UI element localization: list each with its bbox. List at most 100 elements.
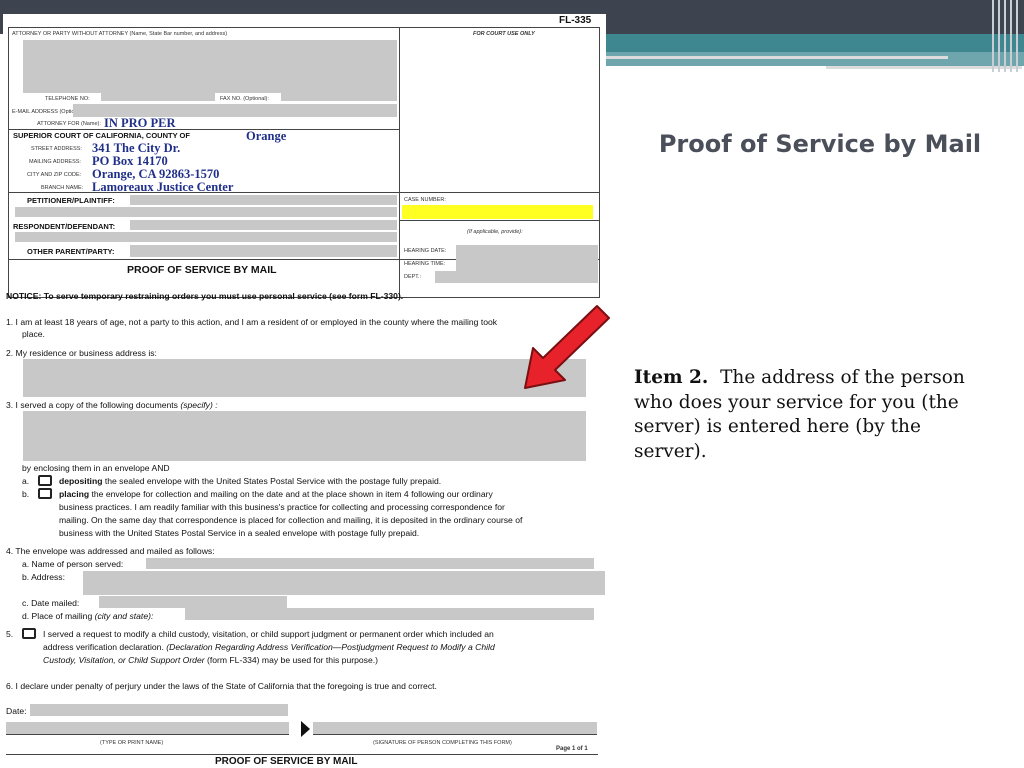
caption-divider xyxy=(399,27,400,298)
enclosing-text: by enclosing them in an envelope AND xyxy=(22,463,170,473)
if-applicable-label: (If applicable, provide): xyxy=(467,229,523,235)
item-5-line-2-text: address verification declaration. xyxy=(43,642,164,652)
caption-item-label: Item 2. xyxy=(634,367,709,388)
item-3a-bold: depositing xyxy=(59,476,103,486)
branch-label: BRANCH NAME: xyxy=(41,185,84,191)
item-5-line-3-italic: Custody, Visitation, or Child Support Or… xyxy=(43,655,205,665)
county-value: Orange xyxy=(246,129,287,143)
form-number: FL-335 xyxy=(559,15,592,26)
signature-pointer-icon xyxy=(301,721,310,737)
item-4d-label: d. Place of mailing xyxy=(22,611,93,621)
item-3b-line-2: business practices. I am readily familia… xyxy=(59,502,505,512)
form-title: PROOF OF SERVICE BY MAIL xyxy=(127,264,277,276)
redacted-other-parent xyxy=(130,245,397,257)
redacted-place-of-mailing xyxy=(185,608,594,620)
item-3: 3. I served a copy of the following docu… xyxy=(6,399,218,412)
item-5-checkbox[interactable] xyxy=(22,628,36,639)
slide-title: Proof of Service by Mail xyxy=(658,130,982,158)
item-4d: d. Place of mailing (city and state): xyxy=(22,610,153,623)
redacted-server-address xyxy=(23,359,586,397)
branch-value: Lamoreaux Justice Center xyxy=(92,180,234,194)
street-value: 341 The City Dr. xyxy=(92,141,181,155)
other-parent-label: OTHER PARENT/PARTY: xyxy=(27,247,115,256)
redacted-fax xyxy=(281,93,397,101)
item-4d-specify: (city and state): xyxy=(92,611,154,621)
mailing-label: MAILING ADDRESS: xyxy=(29,159,81,165)
item-5-marker: 5. xyxy=(6,629,14,639)
footer-rule xyxy=(6,754,598,755)
item-4b: b. Address: xyxy=(22,572,65,582)
slide-teal-band xyxy=(600,34,1024,52)
case-number-label: CASE NUMBER: xyxy=(404,197,446,203)
item-3b-line-1: placing the envelope for collection and … xyxy=(59,488,493,501)
slide-teal-band-light xyxy=(600,52,1024,66)
type-name-label: (TYPE OR PRINT NAME) xyxy=(100,740,164,746)
footer-title: PROOF OF SERVICE BY MAIL xyxy=(215,756,358,767)
mailing-value: PO Box 14170 xyxy=(92,154,168,168)
hearing-date-label: HEARING DATE: xyxy=(404,248,447,254)
page-number: Page 1 of 1 xyxy=(556,746,588,752)
item-3a: depositing the sealed envelope with the … xyxy=(59,475,441,488)
signature-rule xyxy=(313,734,597,735)
item-5-line-2-italic: (Declaration Regarding Address Verificat… xyxy=(163,642,495,652)
item-3a-marker: a. xyxy=(22,476,30,486)
hearing-time-label: HEARING TIME: xyxy=(404,261,446,267)
decorative-line xyxy=(606,56,948,59)
depositing-checkbox[interactable] xyxy=(38,475,52,486)
telephone-label: TELEPHONE NO: xyxy=(45,96,90,102)
case-number-highlight xyxy=(402,205,593,219)
redacted-date xyxy=(30,704,288,716)
redacted-respondent xyxy=(130,220,397,230)
redacted-petitioner-line2 xyxy=(15,207,397,217)
item-4c: c. Date mailed: xyxy=(22,598,80,608)
attorney-label: ATTORNEY OR PARTY WITHOUT ATTORNEY (Name… xyxy=(12,31,228,37)
dept-label: DEPT.: xyxy=(404,274,422,280)
caption-rule xyxy=(8,129,400,130)
fl-335-form: FL-335 ATTORNEY OR PARTY WITHOUT ATTORNE… xyxy=(3,14,610,768)
red-arrow-icon xyxy=(524,305,610,389)
city-zip-label: CITY AND ZIP CODE: xyxy=(27,172,82,178)
street-label: STREET ADDRESS: xyxy=(31,146,82,152)
item-2: 2. My residence or business address is: xyxy=(6,348,157,358)
item-3a-text: the sealed envelope with the United Stat… xyxy=(102,476,442,486)
item-3b-bold: placing xyxy=(59,489,90,499)
item-6: 6. I declare under penalty of perjury un… xyxy=(6,681,437,691)
item-5-line-2: address verification declaration. (Decla… xyxy=(43,641,495,654)
signature-label: (SIGNATURE OF PERSON COMPLETING THIS FOR… xyxy=(373,740,512,746)
notice: NOTICE: To serve temporary restraining o… xyxy=(6,291,404,301)
city-zip-value: Orange, CA 92863-1570 xyxy=(92,167,220,181)
caption-rule xyxy=(400,220,600,221)
date-label: Date: xyxy=(6,706,27,716)
signature-rule xyxy=(6,734,289,735)
item-1-line-1: 1. I am at least 18 years of age, not a … xyxy=(6,317,498,327)
item-3b-text: the envelope for collection and mailing … xyxy=(89,489,493,499)
item-5-line-3-text: (form FL-334) may be used for this purpo… xyxy=(204,655,378,665)
redacted-telephone xyxy=(101,93,215,101)
respondent-label: RESPONDENT/DEFENDANT: xyxy=(13,222,116,231)
item-4: 4. The envelope was addressed and mailed… xyxy=(6,546,215,556)
attorney-for-value: IN PRO PER xyxy=(104,116,176,130)
redacted-dept xyxy=(435,271,598,283)
item-5-line-1: I served a request to modify a child cus… xyxy=(43,629,494,639)
item-1-line-2: place. xyxy=(22,329,45,339)
attorney-for-label: ATTORNEY FOR (Name): xyxy=(37,121,101,127)
fax-label: FAX NO. (Optional): xyxy=(220,96,269,102)
corner-decoration xyxy=(990,0,1024,72)
redacted-date-mailed xyxy=(99,596,287,608)
item-3b-marker: b. xyxy=(22,489,30,499)
item-3b-line-4: business with the United States Postal S… xyxy=(59,528,420,538)
redacted-address-served xyxy=(83,571,605,595)
placing-checkbox[interactable] xyxy=(38,488,52,499)
redacted-petitioner xyxy=(130,195,397,205)
redacted-signature xyxy=(313,722,597,734)
redacted-printed-name xyxy=(6,722,289,734)
petitioner-label: PETITIONER/PLAINTIFF: xyxy=(27,196,115,205)
redacted-respondent-line2 xyxy=(15,232,397,242)
item-3-specify: (specify) : xyxy=(177,400,218,410)
item-4a: a. Name of person served: xyxy=(22,559,124,569)
redacted-attorney-name xyxy=(23,40,397,93)
court-label: SUPERIOR COURT OF CALIFORNIA, COUNTY OF xyxy=(13,131,190,140)
item-3-label: 3. I served a copy of the following docu… xyxy=(6,400,178,410)
redacted-person-served xyxy=(146,558,594,569)
court-use-label: FOR COURT USE ONLY xyxy=(473,31,535,37)
